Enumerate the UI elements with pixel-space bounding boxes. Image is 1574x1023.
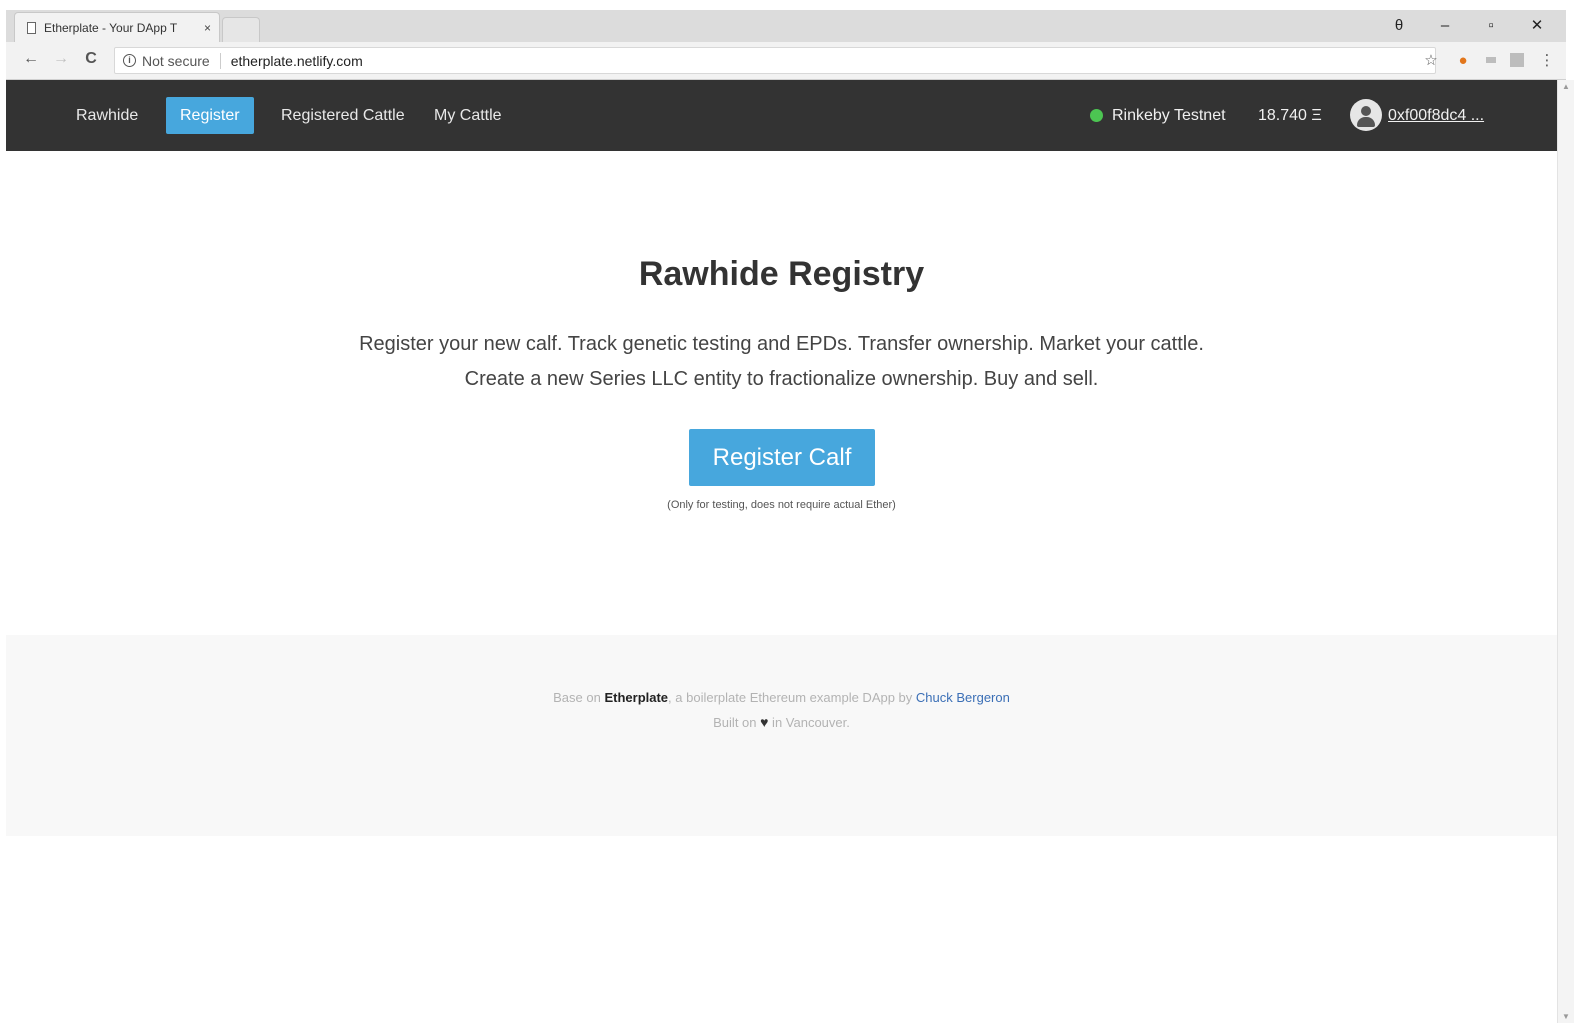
footer-credit: Base on Etherplate, a boilerplate Ethere… [6,690,1557,705]
nav-my-cattle[interactable]: My Cattle [420,97,516,134]
scroll-down-icon[interactable]: ▼ [1558,1012,1574,1021]
account-address-link[interactable]: 0xf00f8dc4 ... [1388,97,1484,134]
minimize-icon[interactable]: – [1422,12,1468,38]
hero-section: Rawhide Registry Register your new calf.… [6,151,1557,635]
profile-icon[interactable]: θ [1376,12,1422,38]
bookmark-star-icon[interactable]: ☆ [1422,51,1440,69]
info-icon[interactable]: i [123,54,136,67]
omnibox-separator [219,52,221,69]
maximize-icon[interactable]: ▫ [1468,12,1514,38]
network-name: Rinkeby Testnet [1112,106,1226,124]
browser-tab[interactable]: Etherplate - Your DApp T × [14,12,220,42]
nav-registered-cattle[interactable]: Registered Cattle [267,97,419,134]
url-text: etherplate.netlify.com [230,52,363,69]
new-tab-button[interactable] [222,17,260,42]
register-calf-button[interactable]: Register Calf [689,429,875,486]
network-status-dot [1090,109,1103,122]
extension-icon[interactable] [1486,57,1496,63]
nav-register[interactable]: Register [166,97,254,134]
reload-icon[interactable]: C [80,50,102,68]
extension-icon[interactable] [1510,53,1524,67]
hero-line-2: Create a new Series LLC entity to fracti… [464,368,1099,390]
avatar[interactable] [1350,99,1382,131]
author-link[interactable]: Chuck Bergeron [916,690,1010,705]
page-title: Rawhide Registry [638,255,925,293]
scroll-up-icon[interactable]: ▲ [1558,82,1574,91]
network-status: Rinkeby Testnet [1090,97,1226,134]
footer-brand: Etherplate [604,690,669,705]
testing-note: (Only for testing, does not require actu… [667,499,896,511]
tab-close-icon[interactable]: × [204,21,211,35]
footer-prefix: Base on [553,690,605,705]
hero-line-1: Register your new calf. Track genetic te… [359,333,1204,355]
built-prefix: Built on [713,715,761,730]
browser-menu-icon[interactable]: ⋮ [1538,51,1556,69]
app-navbar: Rawhide Register Registered Cattle My Ca… [6,80,1557,151]
forward-icon[interactable]: → [50,50,72,68]
address-bar[interactable]: i Not secure etherplate.netlify.com [114,47,1436,74]
footer-built: Built on ♥ in Vancouver. [6,714,1557,730]
security-label: Not secure [142,52,210,69]
footer: Base on Etherplate, a boilerplate Ethere… [6,635,1557,836]
tab-title: Etherplate - Your DApp T [44,20,178,35]
back-icon[interactable]: ← [20,50,42,68]
browser-toolbar: ← → C i Not secure etherplate.netlify.co… [6,42,1566,80]
nav-rawhide[interactable]: Rawhide [62,97,152,134]
page-icon [27,21,36,34]
user-icon-body [1357,117,1375,127]
extension-icons: ☆ ● ⋮ [1422,51,1556,70]
user-icon [1361,106,1371,116]
page-scrollbar[interactable]: ▲ ▼ [1557,80,1574,1023]
browser-tabstrip: Etherplate - Your DApp T × θ – ▫ ✕ [0,0,1574,42]
close-icon[interactable]: ✕ [1514,12,1560,38]
footer-middle: , a boilerplate Ethereum example DApp by [668,690,916,705]
built-suffix: in Vancouver. [768,715,850,730]
hero-description: Register your new calf. Track genetic te… [6,327,1557,397]
eth-balance: 18.740 Ξ [1258,107,1322,124]
window-controls: θ – ▫ ✕ [1376,12,1560,38]
metamask-fox-icon[interactable]: ● [1454,51,1472,69]
